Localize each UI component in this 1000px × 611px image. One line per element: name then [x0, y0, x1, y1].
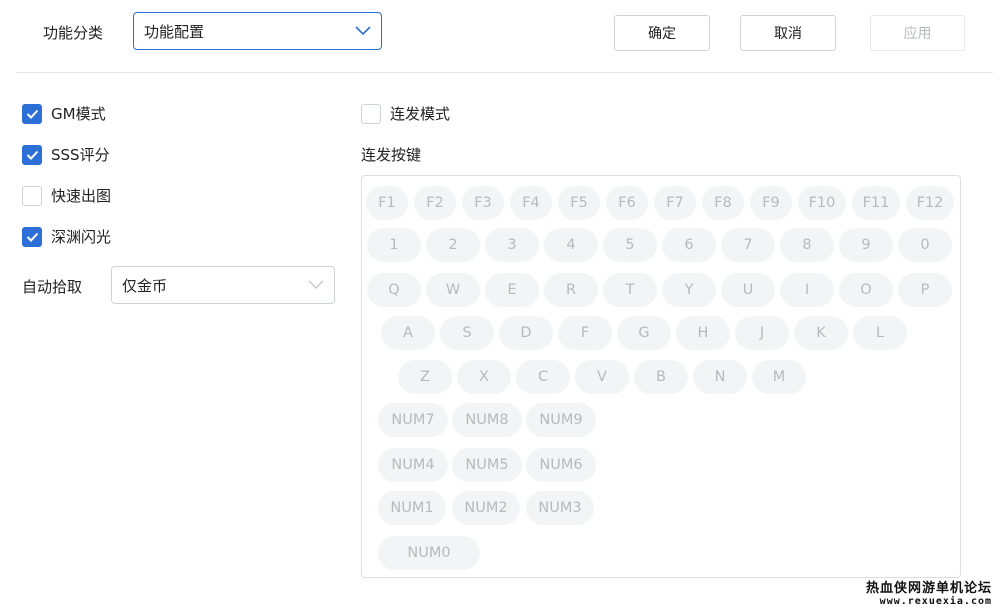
watermark: 热血侠网游单机论坛 www.rexuexia.com: [866, 577, 992, 607]
key-f6[interactable]: F6: [606, 186, 648, 220]
checkbox-checked-icon: [22, 226, 42, 247]
key-p[interactable]: P: [898, 273, 952, 307]
checkbox-checked-icon: [22, 103, 42, 124]
checkbox-unchecked-icon: [361, 103, 381, 124]
key-r[interactable]: R: [544, 273, 598, 307]
key-n[interactable]: N: [693, 360, 747, 394]
key-f4[interactable]: F4: [510, 186, 552, 220]
key-f8[interactable]: F8: [702, 186, 744, 220]
key-num1[interactable]: NUM1: [378, 491, 446, 525]
key-a[interactable]: A: [381, 316, 435, 350]
key-h[interactable]: H: [676, 316, 730, 350]
key-6[interactable]: 6: [662, 228, 716, 262]
burst-keys-label: 连发按键: [361, 146, 422, 164]
key-f3[interactable]: F3: [462, 186, 504, 220]
key-5[interactable]: 5: [603, 228, 657, 262]
key-w[interactable]: W: [426, 273, 480, 307]
key-c[interactable]: C: [516, 360, 570, 394]
cancel-button[interactable]: 取消: [740, 15, 836, 51]
watermark-line2: www.rexuexia.com: [879, 596, 992, 607]
key-1[interactable]: 1: [367, 228, 421, 262]
key-f11[interactable]: F11: [852, 186, 900, 220]
key-l[interactable]: L: [853, 316, 907, 350]
checkbox-label: 快速出图: [51, 187, 112, 205]
key-e[interactable]: E: [485, 273, 539, 307]
checkbox-burst-mode[interactable]: 连发模式: [361, 103, 450, 124]
category-label: 功能分类: [43, 24, 104, 42]
key-v[interactable]: V: [575, 360, 629, 394]
key-num9[interactable]: NUM9: [526, 403, 596, 437]
chevron-down-icon: [308, 280, 324, 289]
key-f12[interactable]: F12: [906, 186, 954, 220]
checkbox-label: 连发模式: [390, 105, 451, 123]
key-num0[interactable]: NUM0: [378, 536, 480, 570]
key-t[interactable]: T: [603, 273, 657, 307]
confirm-button[interactable]: 确定: [614, 15, 710, 51]
key-f7[interactable]: F7: [654, 186, 696, 220]
autopick-select[interactable]: 仅金币: [111, 266, 335, 304]
key-g[interactable]: G: [617, 316, 671, 350]
key-f1[interactable]: F1: [366, 186, 408, 220]
checkbox-label: SSS评分: [51, 146, 110, 164]
checkbox-label: GM模式: [51, 105, 106, 123]
key-d[interactable]: D: [499, 316, 553, 350]
key-2[interactable]: 2: [426, 228, 480, 262]
key-f5[interactable]: F5: [558, 186, 600, 220]
checkbox-checked-icon: [22, 144, 42, 165]
key-q[interactable]: Q: [367, 273, 421, 307]
key-num4[interactable]: NUM4: [378, 448, 448, 482]
apply-button[interactable]: 应用: [870, 15, 965, 51]
key-m[interactable]: M: [752, 360, 806, 394]
key-f[interactable]: F: [558, 316, 612, 350]
key-z[interactable]: Z: [398, 360, 452, 394]
key-8[interactable]: 8: [780, 228, 834, 262]
key-f9[interactable]: F9: [750, 186, 792, 220]
key-num6[interactable]: NUM6: [526, 448, 596, 482]
key-x[interactable]: X: [457, 360, 511, 394]
key-u[interactable]: U: [721, 273, 775, 307]
key-f2[interactable]: F2: [414, 186, 456, 220]
key-y[interactable]: Y: [662, 273, 716, 307]
key-k[interactable]: K: [794, 316, 848, 350]
category-select-value: 功能配置: [144, 22, 205, 41]
key-b[interactable]: B: [634, 360, 688, 394]
key-0[interactable]: 0: [898, 228, 952, 262]
checkbox-gm-mode[interactable]: GM模式: [22, 103, 106, 124]
key-num2[interactable]: NUM2: [452, 491, 520, 525]
checkbox-label: 深渊闪光: [51, 228, 112, 246]
checkbox-unchecked-icon: [22, 185, 42, 206]
chevron-down-icon: [355, 26, 371, 36]
key-3[interactable]: 3: [485, 228, 539, 262]
autopick-select-value: 仅金币: [122, 276, 168, 295]
key-j[interactable]: J: [735, 316, 789, 350]
watermark-line1: 热血侠网游单机论坛: [865, 581, 992, 596]
key-num8[interactable]: NUM8: [452, 403, 522, 437]
key-num7[interactable]: NUM7: [378, 403, 448, 437]
burst-keys-panel: F1 F2 F3 F4 F5 F6 F7 F8 F9 F10 F11 F12 1 2 3 4 5 6 7 8 9 0 Q W E…: [361, 175, 961, 578]
checkbox-abyss-flash[interactable]: 深渊闪光: [22, 226, 111, 247]
key-i[interactable]: I: [780, 273, 834, 307]
checkbox-fast-drop[interactable]: 快速出图: [22, 185, 111, 206]
key-7[interactable]: 7: [721, 228, 775, 262]
key-o[interactable]: O: [839, 273, 893, 307]
key-f10[interactable]: F10: [798, 186, 846, 220]
autopick-label: 自动拾取: [22, 278, 83, 296]
header-divider: [16, 72, 993, 73]
key-num3[interactable]: NUM3: [526, 491, 594, 525]
category-select[interactable]: 功能配置: [133, 12, 382, 50]
key-s[interactable]: S: [440, 316, 494, 350]
key-4[interactable]: 4: [544, 228, 598, 262]
key-9[interactable]: 9: [839, 228, 893, 262]
key-num5[interactable]: NUM5: [452, 448, 522, 482]
checkbox-sss-rating[interactable]: SSS评分: [22, 144, 110, 165]
